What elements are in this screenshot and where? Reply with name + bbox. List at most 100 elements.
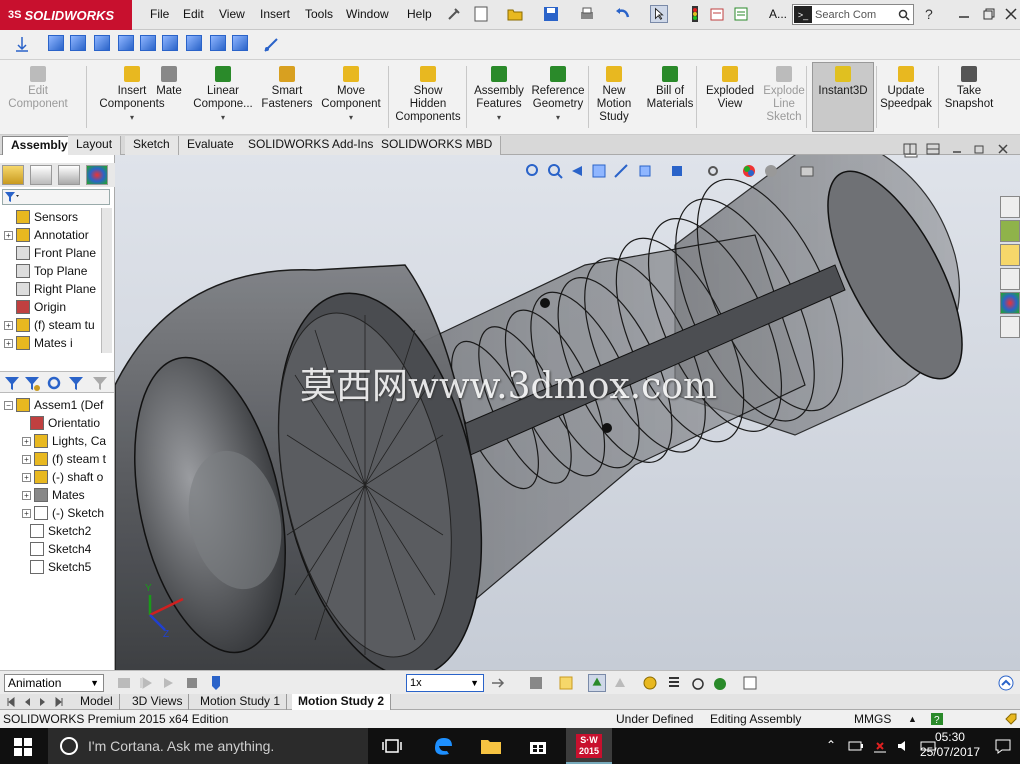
expand-icon[interactable]: + <box>22 508 31 518</box>
new-motion-study-button[interactable]: New Motion Study <box>592 62 636 132</box>
expand-icon[interactable]: + <box>22 472 31 482</box>
dropdown-arrow-icon[interactable]: ▾ <box>470 111 528 124</box>
tree-item[interactable]: Sketch4 <box>30 540 91 558</box>
align-arrow-icon[interactable] <box>14 35 30 53</box>
file-properties-icon[interactable] <box>732 5 750 23</box>
tree-item[interactable]: Right Plane <box>16 280 96 298</box>
help-question-icon[interactable]: ? <box>930 712 944 726</box>
add-update-key-icon[interactable] <box>612 675 628 691</box>
play-icon[interactable] <box>160 675 176 691</box>
move-component-button[interactable]: Move Component ▾ <box>318 62 384 132</box>
appearances-tab-icon[interactable] <box>1000 292 1020 314</box>
tab-motion-study-1[interactable]: Motion Study 1 <box>194 694 288 710</box>
file-explorer-icon[interactable] <box>480 737 502 755</box>
expand-icon[interactable]: + <box>4 338 13 348</box>
tree-item[interactable]: − Assem1 (Def <box>4 396 103 414</box>
tab-assembly[interactable]: Assembly <box>2 136 77 155</box>
print-icon[interactable] <box>578 5 596 23</box>
bill-of-materials-button[interactable]: Bill of Materials <box>646 62 694 132</box>
menu-file[interactable]: File <box>150 7 169 21</box>
filter-settings-icon[interactable] <box>46 375 62 391</box>
reference-geometry-button[interactable]: Reference Geometry ▾ <box>530 62 586 132</box>
cortana-search-box[interactable]: I'm Cortana. Ask me anything. <box>48 728 368 764</box>
zoom-to-area-icon[interactable] <box>547 163 563 179</box>
tree-scrollbar[interactable] <box>101 208 112 353</box>
filter-box[interactable] <box>2 189 110 205</box>
rebuild-options-icon[interactable] <box>708 5 726 23</box>
view-front-icon[interactable] <box>48 35 64 51</box>
tab-3d-views[interactable]: 3D Views <box>126 694 190 710</box>
filter-parts-icon[interactable] <box>4 375 20 391</box>
instant3d-button[interactable]: Instant3D <box>814 62 872 132</box>
tab-next-icon[interactable] <box>38 697 48 707</box>
search-commands-input[interactable]: >_ Search Com <box>792 4 914 25</box>
options-label[interactable]: A... <box>769 7 787 21</box>
doc-minimize-icon[interactable] <box>950 143 964 155</box>
minimize-icon[interactable] <box>955 5 973 23</box>
zoom-to-fit-icon[interactable] <box>525 163 541 179</box>
menu-insert[interactable]: Insert <box>260 7 290 21</box>
menu-help[interactable]: Help <box>407 7 432 21</box>
dropdown-arrow-icon[interactable]: ▾ <box>530 111 586 124</box>
search-icon[interactable] <box>898 9 910 21</box>
new-document-icon[interactable] <box>472 5 490 23</box>
filter-mates-icon[interactable] <box>68 375 84 391</box>
expand-icon[interactable]: + <box>4 230 13 240</box>
calculate-icon[interactable] <box>116 675 132 691</box>
explode-line-sketch-button[interactable]: Explode Line Sketch <box>760 62 808 132</box>
doc-restore-icon[interactable] <box>972 143 986 155</box>
timeline-slider-icon[interactable] <box>208 674 224 692</box>
view-isometric-icon[interactable] <box>186 35 202 51</box>
play-from-start-icon[interactable] <box>138 675 154 691</box>
tree-item[interactable]: Origin <box>16 298 66 316</box>
expand-icon[interactable]: + <box>4 320 13 330</box>
tab-evaluate[interactable]: Evaluate <box>179 136 243 155</box>
menu-view[interactable]: View <box>219 7 245 21</box>
tree-item[interactable]: Top Plane <box>16 262 87 280</box>
tile-horizontal-icon[interactable] <box>903 143 917 155</box>
smart-fasteners-button[interactable]: Smart Fasteners <box>260 62 314 132</box>
view-palette-tab-icon[interactable] <box>1000 268 1020 290</box>
system-clock[interactable]: 05:30 25/07/2017 <box>920 730 980 760</box>
viewport-tile-icon[interactable] <box>903 155 919 159</box>
property-manager-tab-icon[interactable] <box>30 165 52 185</box>
exploded-view-button[interactable]: Exploded View <box>704 62 756 132</box>
network-icon[interactable] <box>872 738 888 754</box>
tree-item[interactable]: Front Plane <box>16 244 96 262</box>
tree-item[interactable]: + (f) steam tu <box>4 316 95 334</box>
tree-item[interactable]: + (-) Sketch <box>22 504 104 522</box>
tree-item[interactable]: + Mates <box>22 486 85 504</box>
apply-scene-icon[interactable] <box>763 163 779 179</box>
tab-layout[interactable]: Layout <box>68 136 122 155</box>
doc-close-icon[interactable] <box>996 143 1010 155</box>
menu-edit[interactable]: Edit <box>183 7 204 21</box>
file-explorer-tab-icon[interactable] <box>1000 244 1020 266</box>
view-settings-icon[interactable] <box>799 163 815 179</box>
view-back-icon[interactable] <box>70 35 86 51</box>
linear-compone-button[interactable]: Linear Compone... ▾ <box>192 62 254 132</box>
action-center-icon[interactable] <box>994 738 1012 754</box>
tree-item[interactable]: Sensors <box>16 208 78 226</box>
assembly-features-button[interactable]: Assembly Features ▾ <box>470 62 528 132</box>
dropdown-arrow-icon[interactable]: ▾ <box>192 111 254 124</box>
pin-icon[interactable] <box>445 5 463 23</box>
store-icon[interactable] <box>528 736 548 756</box>
view-top-icon[interactable] <box>140 35 156 51</box>
turbine-model[interactable]: Y Z <box>115 155 1020 670</box>
tab-sketch[interactable]: Sketch <box>125 136 179 155</box>
motor-icon[interactable] <box>642 675 658 691</box>
save-icon[interactable] <box>542 5 560 23</box>
tree-item[interactable]: + Mates i <box>4 334 73 352</box>
view-orientation-icon[interactable] <box>637 163 653 179</box>
take-snapshot-button[interactable]: Take Snapshot <box>944 62 994 132</box>
tab-model[interactable]: Model <box>74 694 120 710</box>
collapse-motion-manager-icon[interactable] <box>998 675 1014 691</box>
open-folder-icon[interactable] <box>506 5 524 23</box>
solidworks-logo[interactable]: 3S SOLIDWORKS <box>0 0 132 30</box>
tree-item[interactable]: + Annotatior <box>4 226 89 244</box>
solidworks-taskbar-button[interactable]: S·W 2015 <box>566 728 612 764</box>
battery-icon[interactable] <box>848 740 864 752</box>
tab-prev-icon[interactable] <box>22 697 32 707</box>
gravity-icon[interactable] <box>712 675 728 691</box>
edit-appearance-icon[interactable] <box>741 163 757 179</box>
